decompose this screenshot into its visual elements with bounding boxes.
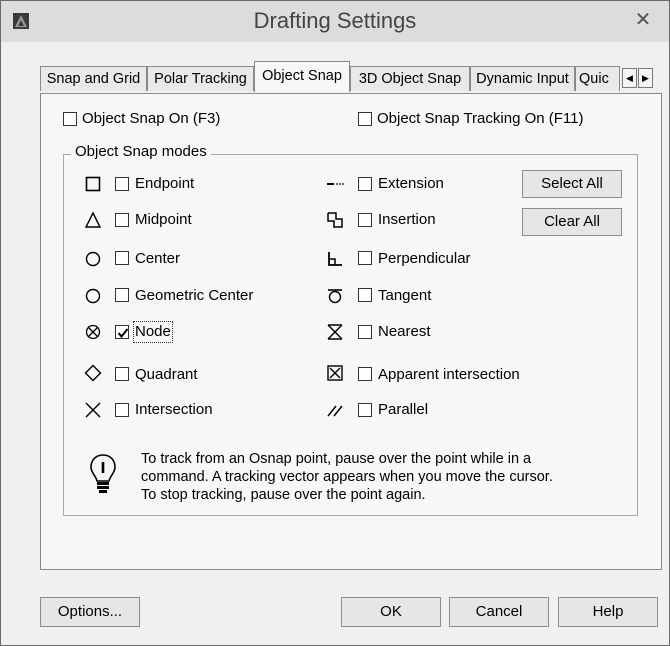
quadrant-icon [84, 364, 102, 382]
tab-scroll-left-button[interactable]: ◀ [622, 68, 637, 88]
endpoint-icon [85, 176, 101, 192]
center-label: Center [135, 250, 181, 267]
node-icon [85, 324, 101, 340]
tab-polar-tracking[interactable]: Polar Tracking [147, 66, 254, 91]
extension-label: Extension [378, 175, 444, 192]
nearest-checkbox[interactable] [358, 325, 372, 339]
perpendicular-icon [328, 252, 342, 266]
tab-quick-properties[interactable]: Quic [575, 66, 620, 91]
center-checkbox[interactable] [115, 251, 129, 265]
clear-all-button[interactable]: Clear All [522, 208, 622, 236]
center-icon [85, 251, 101, 267]
hint-line: command. A tracking vector appears when … [141, 469, 553, 485]
quadrant-label: Quadrant [135, 366, 198, 383]
tab-snap-and-grid[interactable]: Snap and Grid [40, 66, 147, 91]
intersection-checkbox[interactable] [115, 403, 129, 417]
object-snap-modes-legend: Object Snap modes [71, 143, 211, 161]
extension-icon [327, 183, 344, 185]
hint-line: To stop tracking, pause over the point a… [141, 487, 426, 503]
insertion-checkbox[interactable] [358, 213, 372, 227]
extension-checkbox[interactable] [358, 177, 372, 191]
endpoint-label: Endpoint [135, 175, 195, 192]
tab-3d-object-snap[interactable]: 3D Object Snap [350, 66, 470, 91]
select-all-button[interactable]: Select All [522, 170, 622, 198]
cancel-button[interactable]: Cancel [449, 597, 549, 627]
nearest-icon [327, 324, 343, 340]
endpoint-checkbox[interactable] [115, 177, 129, 191]
tangent-checkbox[interactable] [358, 288, 372, 302]
object-snap-tracking-on-checkbox[interactable] [358, 112, 372, 126]
window-title: Drafting Settings [253, 8, 417, 33]
midpoint-checkbox[interactable] [115, 213, 129, 227]
apparent-intersection-label: Apparent intersection [378, 366, 520, 383]
insertion-label: Insertion [378, 211, 436, 228]
title-bar[interactable]: Drafting Settings ✕ [1, 1, 669, 42]
tab-dynamic-input[interactable]: Dynamic Input [470, 66, 575, 91]
geometric-center-checkbox[interactable] [115, 288, 129, 302]
apparent-intersection-icon [327, 365, 343, 381]
tracking-hint-text: To track from an Osnap point, pause over… [141, 450, 581, 504]
object-snap-on-label: Object Snap On (F3) [82, 110, 221, 127]
options-button[interactable]: Options... [40, 597, 140, 627]
lightbulb-icon [90, 454, 116, 493]
tab-object-snap[interactable]: Object Snap [254, 61, 350, 92]
close-button[interactable]: ✕ [617, 1, 669, 42]
nearest-label: Nearest [378, 323, 431, 340]
geometric-center-label: Geometric Center [135, 287, 254, 304]
tab-scroll-right-button[interactable]: ▶ [638, 68, 653, 88]
tangent-label: Tangent [378, 287, 432, 304]
insertion-icon [327, 212, 343, 228]
quadrant-checkbox[interactable] [115, 367, 129, 381]
apparent-intersection-checkbox[interactable] [358, 367, 372, 381]
node-checkbox[interactable] [115, 325, 129, 339]
node-label: Node [133, 321, 173, 343]
intersection-label: Intersection [135, 401, 213, 418]
hint-line: To track from an Osnap point, pause over… [141, 451, 532, 467]
object-snap-on-checkbox[interactable] [63, 112, 77, 126]
ok-button[interactable]: OK [341, 597, 441, 627]
parallel-label: Parallel [378, 401, 429, 418]
tab-strip: Snap and Grid Polar Tracking Object Snap… [40, 61, 662, 94]
intersection-icon [85, 402, 101, 418]
parallel-icon [327, 405, 343, 417]
perpendicular-label: Perpendicular [378, 250, 471, 267]
perpendicular-checkbox[interactable] [358, 251, 372, 265]
help-button[interactable]: Help [558, 597, 658, 627]
midpoint-label: Midpoint [135, 211, 192, 228]
parallel-checkbox[interactable] [358, 403, 372, 417]
object-snap-tracking-on-label: Object Snap Tracking On (F11) [377, 110, 584, 127]
midpoint-icon [84, 211, 102, 228]
geometric-center-icon [85, 288, 101, 304]
tangent-icon [328, 289, 342, 304]
